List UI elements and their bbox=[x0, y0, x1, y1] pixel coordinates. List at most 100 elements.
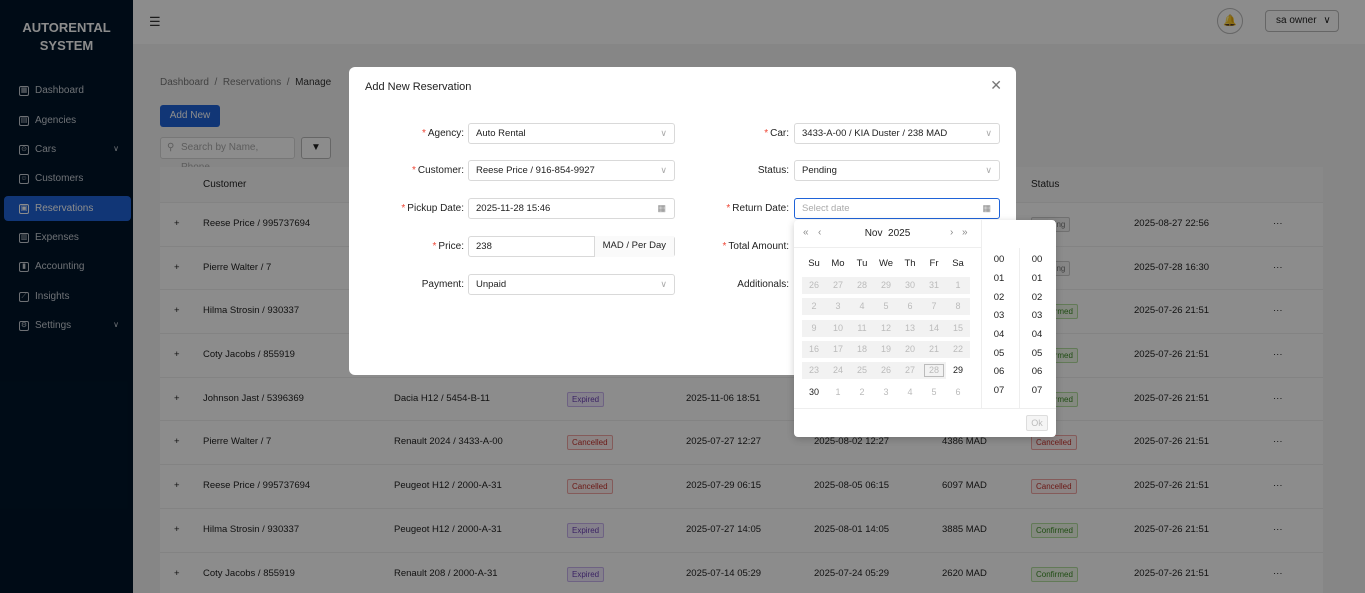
price-suffix: MAD / Per Day bbox=[593, 236, 674, 257]
hour-option[interactable]: 02 bbox=[981, 292, 1017, 303]
status-value: Pending bbox=[802, 165, 837, 176]
agency-value: Auto Rental bbox=[476, 128, 526, 139]
picker-year[interactable]: 2025 bbox=[888, 228, 910, 239]
weekday-label: Su bbox=[808, 258, 820, 269]
calendar-day: 22 bbox=[946, 341, 970, 358]
calendar-day: 27 bbox=[826, 277, 850, 294]
calendar-day: 26 bbox=[874, 362, 898, 379]
calendar-day: 1 bbox=[946, 277, 970, 294]
calendar-day: 10 bbox=[826, 320, 850, 337]
weekday-label: Tu bbox=[856, 258, 868, 269]
minute-option[interactable]: 03 bbox=[1019, 310, 1055, 321]
calendar-day: 19 bbox=[874, 341, 898, 358]
minute-option[interactable]: 06 bbox=[1019, 366, 1055, 377]
calendar-day[interactable]: 4 bbox=[898, 384, 922, 401]
calendar-day: 20 bbox=[898, 341, 922, 358]
modal-title: Add New Reservation bbox=[365, 81, 472, 93]
customer-label: * Customer: bbox=[411, 165, 464, 176]
minute-option[interactable]: 05 bbox=[1019, 348, 1055, 359]
calendar-day: 16 bbox=[802, 341, 826, 358]
weekday-label: Mo bbox=[831, 258, 845, 269]
status-label: Status: bbox=[757, 165, 789, 176]
next-month-icon[interactable]: › bbox=[950, 227, 953, 238]
ok-button[interactable]: Ok bbox=[1026, 415, 1048, 431]
calendar-day: 23 bbox=[802, 362, 826, 379]
calendar-icon: ▦ bbox=[657, 203, 666, 213]
price-input[interactable]: 238 MAD / Per Day bbox=[468, 236, 675, 257]
minute-option[interactable]: 07 bbox=[1019, 385, 1055, 396]
payment-label: Payment: bbox=[421, 279, 464, 290]
customer-select[interactable]: Reese Price / 916-854-9927 ∨ bbox=[468, 160, 675, 181]
calendar-day: 21 bbox=[922, 341, 946, 358]
calendar-day: 24 bbox=[826, 362, 850, 379]
total-amount-label: * Total Amount: bbox=[722, 241, 790, 252]
calendar-day: 29 bbox=[874, 277, 898, 294]
calendar-day: 15 bbox=[946, 320, 970, 337]
pickup-date-label: * Pickup Date: bbox=[401, 203, 464, 214]
weekday-label: Sa bbox=[952, 258, 964, 269]
chevron-down-icon: ∨ bbox=[985, 165, 992, 175]
calendar-day[interactable]: 5 bbox=[922, 384, 946, 401]
calendar-day: 2 bbox=[802, 298, 826, 315]
picker-header: « ‹ Nov 2025 › » bbox=[794, 220, 981, 248]
hour-option[interactable]: 05 bbox=[981, 348, 1017, 359]
calendar-day: 13 bbox=[898, 320, 922, 337]
calendar-day: 7 bbox=[922, 298, 946, 315]
hour-option[interactable]: 01 bbox=[981, 273, 1017, 284]
close-icon[interactable]: ✕ bbox=[990, 77, 1002, 94]
calendar-day: 6 bbox=[898, 298, 922, 315]
minute-option[interactable]: 00 bbox=[1019, 254, 1055, 265]
calendar-day[interactable]: 6 bbox=[946, 384, 970, 401]
weekday-label: Fr bbox=[929, 258, 939, 269]
next-year-icon[interactable]: » bbox=[962, 227, 968, 238]
weekday-label: Th bbox=[904, 258, 916, 269]
pickup-date-value: 2025-11-28 15:46 bbox=[476, 203, 551, 214]
picker-divider bbox=[1019, 248, 1020, 408]
calendar-day: 5 bbox=[874, 298, 898, 315]
payment-select[interactable]: Unpaid ∨ bbox=[468, 274, 675, 295]
calendar-day[interactable]: 30 bbox=[802, 384, 826, 401]
agency-select[interactable]: Auto Rental ∨ bbox=[468, 123, 675, 144]
weekday-label: We bbox=[878, 258, 894, 269]
hour-option[interactable]: 06 bbox=[981, 366, 1017, 377]
calendar-day: 9 bbox=[802, 320, 826, 337]
return-date-input[interactable]: Select date ▦ bbox=[794, 198, 1000, 219]
calendar-day[interactable]: 2 bbox=[850, 384, 874, 401]
calendar-day: 27 bbox=[898, 362, 922, 379]
calendar-day: 28 bbox=[922, 362, 946, 379]
picker-footer: Ok bbox=[794, 408, 1056, 437]
calendar-day: 12 bbox=[874, 320, 898, 337]
calendar-day: 14 bbox=[922, 320, 946, 337]
minute-option[interactable]: 01 bbox=[1019, 273, 1055, 284]
date-picker-popup: « ‹ Nov 2025 › » Su Mo Tu We Th Fr Sa 26 27 28 29 3… bbox=[794, 220, 1056, 437]
chevron-down-icon: ∨ bbox=[660, 279, 667, 289]
hour-option[interactable]: 00 bbox=[981, 254, 1017, 265]
chevron-down-icon: ∨ bbox=[660, 128, 667, 138]
calendar-day[interactable]: 3 bbox=[874, 384, 898, 401]
picker-month[interactable]: Nov bbox=[865, 228, 883, 239]
minute-option[interactable]: 04 bbox=[1019, 329, 1055, 340]
calendar-day: 4 bbox=[850, 298, 874, 315]
return-date-placeholder: Select date bbox=[802, 203, 850, 214]
calendar-day[interactable]: 29 bbox=[946, 362, 970, 379]
agency-label: * Agency: bbox=[421, 128, 464, 139]
car-select[interactable]: 3433-A-00 / KIA Duster / 238 MAD ∨ bbox=[794, 123, 1000, 144]
hour-option[interactable]: 07 bbox=[981, 385, 1017, 396]
hour-option[interactable]: 03 bbox=[981, 310, 1017, 321]
calendar-day: 17 bbox=[826, 341, 850, 358]
calendar-day: 18 bbox=[850, 341, 874, 358]
car-label: * Car: bbox=[764, 128, 789, 139]
minute-option[interactable]: 02 bbox=[1019, 292, 1055, 303]
status-select[interactable]: Pending ∨ bbox=[794, 160, 1000, 181]
additionals-label: Additionals: bbox=[737, 279, 789, 290]
return-date-label: * Return Date: bbox=[726, 203, 789, 214]
chevron-down-icon: ∨ bbox=[985, 128, 992, 138]
price-label: * Price: bbox=[432, 241, 464, 252]
hour-option[interactable]: 04 bbox=[981, 329, 1017, 340]
calendar-day: 31 bbox=[922, 277, 946, 294]
calendar-day[interactable]: 1 bbox=[826, 384, 850, 401]
calendar-day: 26 bbox=[802, 277, 826, 294]
calendar-day: 3 bbox=[826, 298, 850, 315]
customer-value: Reese Price / 916-854-9927 bbox=[476, 165, 595, 176]
pickup-date-input[interactable]: 2025-11-28 15:46 ▦ bbox=[468, 198, 675, 219]
